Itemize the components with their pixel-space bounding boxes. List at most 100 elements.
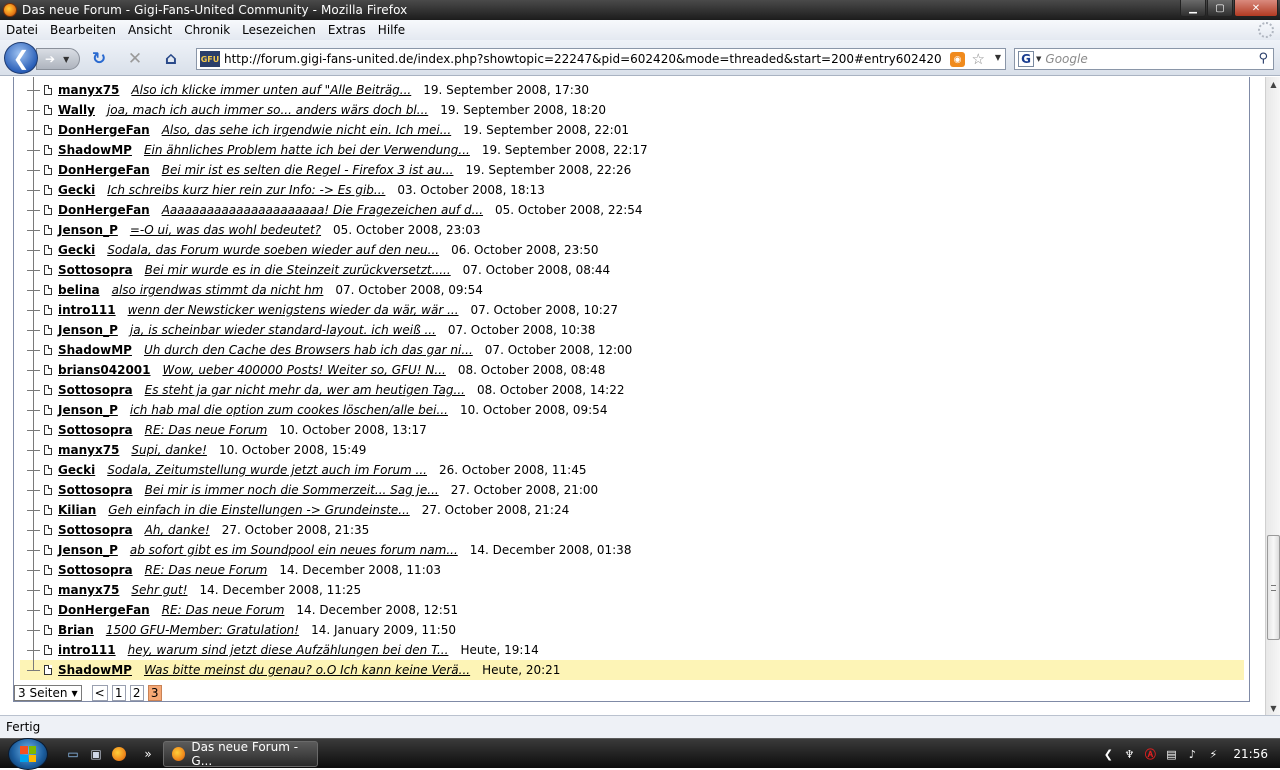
search-bar[interactable]: G ▼ Google ⚲ bbox=[1014, 48, 1274, 70]
post-subject-link[interactable]: joa, mach ich auch immer so... anders wä… bbox=[107, 103, 428, 117]
post-subject-link[interactable]: ab sofort gibt es im Soundpool ein neues… bbox=[130, 543, 458, 557]
volume-icon[interactable]: ♪ bbox=[1185, 747, 1199, 761]
menu-bearbeiten[interactable]: Bearbeiten bbox=[46, 23, 120, 37]
post-subject-link[interactable]: wenn der Newsticker wenigstens wieder da… bbox=[128, 303, 459, 317]
post-subject-link[interactable]: ich hab mal die option zum cookes lösche… bbox=[130, 403, 448, 417]
post-author-link[interactable]: intro111 bbox=[58, 303, 116, 317]
post-author-link[interactable]: Gecki bbox=[58, 183, 95, 197]
tray-expand-icon[interactable]: ❮ bbox=[1101, 747, 1115, 761]
post-subject-link[interactable]: =-O ui, was das wohl bedeutet? bbox=[130, 223, 321, 237]
menu-hilfe[interactable]: Hilfe bbox=[374, 23, 409, 37]
post-subject-link[interactable]: Was bitte meinst du genau? o.O Ich kann … bbox=[144, 663, 470, 677]
post-subject-link[interactable]: RE: Das neue Forum bbox=[145, 563, 268, 577]
post-author-link[interactable]: ShadowMP bbox=[58, 663, 132, 677]
taskbar-firefox-window[interactable]: Das neue Forum - G... bbox=[163, 740, 318, 768]
post-subject-link[interactable]: Bei mir wurde es in die Steinzeit zurück… bbox=[145, 263, 451, 277]
post-author-link[interactable]: intro111 bbox=[58, 643, 116, 657]
post-subject-link[interactable]: Ein ähnliches Problem hatte ich bei der … bbox=[144, 143, 470, 157]
search-icon[interactable]: ⚲ bbox=[1258, 51, 1268, 66]
stop-button[interactable]: ✕ bbox=[126, 49, 144, 69]
rss-feed-icon[interactable]: ◉ bbox=[950, 52, 965, 67]
post-subject-link[interactable]: RE: Das neue Forum bbox=[162, 603, 285, 617]
post-subject-link[interactable]: also irgendwas stimmt da nicht hm bbox=[112, 283, 324, 297]
show-desktop-icon[interactable]: ▭ bbox=[65, 746, 81, 762]
post-subject-link[interactable]: Es steht ja gar nicht mehr da, wer am he… bbox=[145, 383, 465, 397]
post-subject-link[interactable]: 1500 GFU-Member: Gratulation! bbox=[106, 623, 299, 637]
post-author-link[interactable]: manyx75 bbox=[58, 583, 119, 597]
url-dropdown-icon[interactable]: ▼ bbox=[995, 53, 1001, 62]
menu-datei[interactable]: Datei bbox=[2, 23, 42, 37]
post-subject-link[interactable]: Aaaaaaaaaaaaaaaaaaaaaa! Die Fragezeichen… bbox=[162, 203, 483, 217]
post-subject-link[interactable]: Ah, danke! bbox=[145, 523, 210, 537]
quicklaunch-overflow-icon[interactable]: » bbox=[140, 746, 156, 762]
pages-select[interactable]: 3 Seiten ▼ bbox=[14, 685, 82, 701]
post-subject-link[interactable]: Sodala, Zeitumstellung wurde jetzt auch … bbox=[107, 463, 427, 477]
close-button[interactable]: ✕ bbox=[1234, 0, 1278, 17]
scrollbar-thumb[interactable] bbox=[1267, 535, 1280, 640]
page-1-link[interactable]: 1 bbox=[111, 685, 126, 701]
post-author-link[interactable]: Brian bbox=[58, 623, 94, 637]
menu-chronik[interactable]: Chronik bbox=[180, 23, 234, 37]
post-author-link[interactable]: Sottosopra bbox=[58, 483, 133, 497]
scroll-down-icon[interactable]: ▼ bbox=[1266, 701, 1280, 715]
post-author-link[interactable]: DonHergeFan bbox=[58, 123, 150, 137]
reload-button[interactable]: ↻ bbox=[90, 49, 108, 69]
post-author-link[interactable]: Sottosopra bbox=[58, 563, 133, 577]
minimize-button[interactable]: ▁ bbox=[1180, 0, 1206, 17]
address-bar[interactable]: GFU http://forum.gigi-fans-united.de/ind… bbox=[196, 48, 1006, 70]
post-author-link[interactable]: belina bbox=[58, 283, 100, 297]
post-author-link[interactable]: Jenson_P bbox=[58, 403, 118, 417]
page-2-link[interactable]: 2 bbox=[129, 685, 144, 701]
switch-windows-icon[interactable]: ▣ bbox=[88, 746, 104, 762]
post-author-link[interactable]: manyx75 bbox=[58, 83, 119, 97]
post-subject-link[interactable]: Also ich klicke immer unten auf "Alle Be… bbox=[131, 83, 411, 97]
bookmark-star-icon[interactable]: ☆ bbox=[972, 50, 985, 68]
post-author-link[interactable]: manyx75 bbox=[58, 443, 119, 457]
home-button[interactable]: ⌂ bbox=[162, 49, 180, 69]
search-engine-icon[interactable]: G bbox=[1018, 51, 1034, 67]
post-subject-link[interactable]: Bei mir is immer noch die Sommerzeit... … bbox=[145, 483, 439, 497]
post-subject-link[interactable]: Uh durch den Cache des Browsers hab ich … bbox=[144, 343, 473, 357]
url-text[interactable]: http://forum.gigi-fans-united.de/index.p… bbox=[224, 52, 942, 66]
scroll-up-icon[interactable]: ▲ bbox=[1266, 77, 1280, 91]
post-author-link[interactable]: Wally bbox=[58, 103, 95, 117]
start-button[interactable] bbox=[8, 738, 48, 770]
post-subject-link[interactable]: Wow, ueber 400000 Posts! Weiter so, GFU!… bbox=[163, 363, 446, 377]
post-subject-link[interactable]: Bei mir ist es selten die Regel - Firefo… bbox=[162, 163, 454, 177]
antivirus-icon[interactable]: Ⓐ bbox=[1143, 747, 1157, 761]
post-subject-link[interactable]: Geh einfach in die Einstellungen -> Grun… bbox=[108, 503, 409, 517]
power-icon[interactable]: ⚡ bbox=[1206, 747, 1220, 761]
post-author-link[interactable]: Gecki bbox=[58, 463, 95, 477]
menu-ansicht[interactable]: Ansicht bbox=[124, 23, 176, 37]
post-author-link[interactable]: ShadowMP bbox=[58, 143, 132, 157]
post-subject-link[interactable]: Also, das sehe ich irgendwie nicht ein. … bbox=[162, 123, 451, 137]
post-subject-link[interactable]: RE: Das neue Forum bbox=[145, 423, 268, 437]
search-engine-dropdown-icon[interactable]: ▼ bbox=[1036, 55, 1041, 63]
history-dropdown-icon[interactable]: ▼ bbox=[63, 55, 69, 64]
forward-button[interactable]: ➔ ▼ bbox=[36, 48, 80, 70]
post-author-link[interactable]: Jenson_P bbox=[58, 543, 118, 557]
post-subject-link[interactable]: Sehr gut! bbox=[131, 583, 187, 597]
post-author-link[interactable]: Sottosopra bbox=[58, 383, 133, 397]
post-author-link[interactable]: Jenson_P bbox=[58, 223, 118, 237]
post-author-link[interactable]: ShadowMP bbox=[58, 343, 132, 357]
post-author-link[interactable]: Jenson_P bbox=[58, 323, 118, 337]
post-subject-link[interactable]: Sodala, das Forum wurde soeben wieder au… bbox=[107, 243, 439, 257]
firefox-quicklaunch-icon[interactable] bbox=[111, 746, 127, 762]
back-button[interactable]: ❮ bbox=[4, 42, 38, 74]
network-icon[interactable]: ▤ bbox=[1164, 747, 1178, 761]
post-subject-link[interactable]: Supi, danke! bbox=[131, 443, 207, 457]
post-author-link[interactable]: Sottosopra bbox=[58, 523, 133, 537]
menu-lesezeichen[interactable]: Lesezeichen bbox=[238, 23, 320, 37]
post-subject-link[interactable]: hey, warum sind jetzt diese Aufzählungen… bbox=[128, 643, 449, 657]
post-author-link[interactable]: DonHergeFan bbox=[58, 603, 150, 617]
post-subject-link[interactable]: Ich schreibs kurz hier rein zur Info: ->… bbox=[107, 183, 385, 197]
post-author-link[interactable]: brians042001 bbox=[58, 363, 151, 377]
usb-device-icon[interactable]: ♆ bbox=[1122, 747, 1136, 761]
post-author-link[interactable]: Gecki bbox=[58, 243, 95, 257]
vertical-scrollbar[interactable]: ▲ ▼ bbox=[1265, 77, 1280, 715]
prev-page-button[interactable]: < bbox=[91, 685, 108, 701]
search-input[interactable]: Google bbox=[1045, 52, 1087, 66]
post-author-link[interactable]: DonHergeFan bbox=[58, 203, 150, 217]
maximize-button[interactable]: ▢ bbox=[1207, 0, 1233, 17]
